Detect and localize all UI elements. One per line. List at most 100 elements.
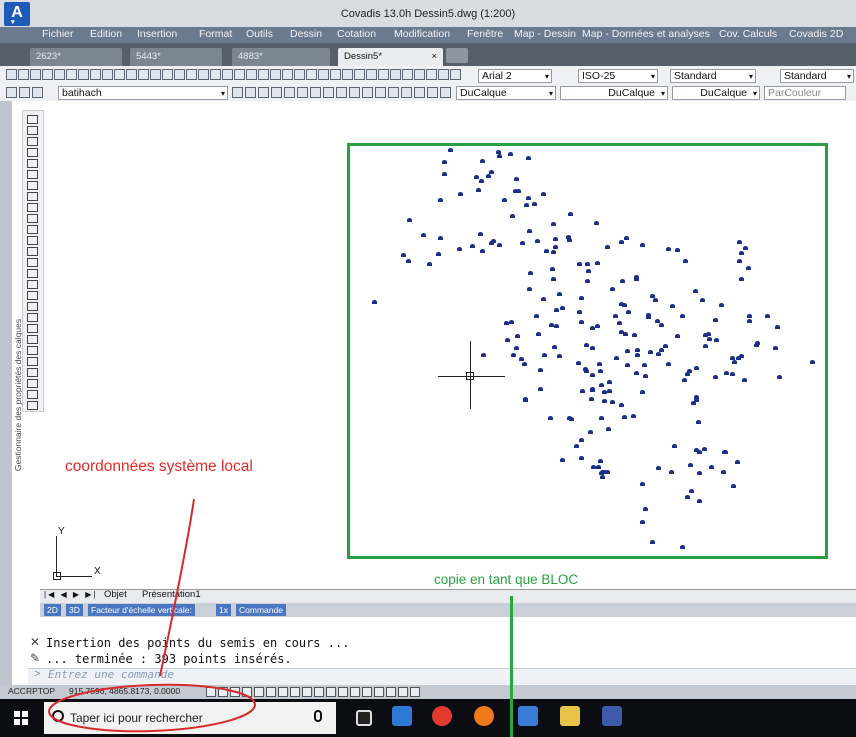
draw-tool-icon[interactable] bbox=[27, 170, 38, 179]
status-toggle-icon[interactable] bbox=[350, 687, 360, 697]
toolbar-tool-icon[interactable] bbox=[102, 69, 113, 80]
draw-tool-icon[interactable] bbox=[27, 280, 38, 289]
menu-map-donnees[interactable]: Map - Données et analyses bbox=[582, 28, 710, 40]
toolbar-tool-icon[interactable] bbox=[6, 69, 17, 80]
toolbar-tool-icon[interactable] bbox=[222, 69, 233, 80]
status-toggle-icon[interactable] bbox=[362, 687, 372, 697]
layer-tool-icon[interactable] bbox=[427, 87, 438, 98]
draw-tool-icon[interactable] bbox=[27, 291, 38, 300]
close-tab-icon[interactable]: × bbox=[431, 48, 437, 66]
toolbar-tool-icon[interactable] bbox=[210, 69, 221, 80]
toolbar-tool-icon[interactable] bbox=[126, 69, 137, 80]
layer-tool-icon[interactable] bbox=[6, 87, 17, 98]
mode-2d-tab[interactable]: 2D bbox=[44, 604, 61, 616]
toolbar-tool-icon[interactable] bbox=[402, 69, 413, 80]
status-toggle-icon[interactable] bbox=[398, 687, 408, 697]
menu-format[interactable]: Format bbox=[199, 28, 232, 40]
toolbar-tool-icon[interactable] bbox=[90, 69, 101, 80]
network-app-icon[interactable] bbox=[518, 706, 538, 726]
draw-tool-icon[interactable] bbox=[27, 346, 38, 355]
draw-tool-icon[interactable] bbox=[27, 368, 38, 377]
tab-layout1[interactable]: Présentation1 bbox=[142, 589, 201, 600]
draw-tool-icon[interactable] bbox=[27, 324, 38, 333]
draw-tool-icon[interactable] bbox=[27, 225, 38, 234]
layer-tool-icon[interactable] bbox=[232, 87, 243, 98]
toolbar-tool-icon[interactable] bbox=[342, 69, 353, 80]
status-toggle-icon[interactable] bbox=[242, 687, 252, 697]
status-toggle-icon[interactable] bbox=[278, 687, 288, 697]
command-tab[interactable]: Commande bbox=[236, 604, 286, 616]
task-view-icon[interactable] bbox=[356, 710, 372, 726]
toolbar-tool-icon[interactable] bbox=[246, 69, 257, 80]
status-toggle-icon[interactable] bbox=[314, 687, 324, 697]
toolbar-tool-icon[interactable] bbox=[198, 69, 209, 80]
draw-tool-icon[interactable] bbox=[27, 313, 38, 322]
firefox-icon[interactable] bbox=[474, 706, 494, 726]
toolbar-tool-icon[interactable] bbox=[330, 69, 341, 80]
draw-tool-icon[interactable] bbox=[27, 115, 38, 124]
layer-tool-icon[interactable] bbox=[245, 87, 256, 98]
text-style-select[interactable]: Arial 2 ▾ bbox=[478, 69, 552, 83]
menu-insertion[interactable]: Insertion bbox=[137, 28, 177, 40]
draw-tool-icon[interactable] bbox=[27, 390, 38, 399]
status-toggle-icon[interactable] bbox=[206, 687, 216, 697]
draw-tool-icon[interactable] bbox=[27, 148, 38, 157]
toolbar-tool-icon[interactable] bbox=[294, 69, 305, 80]
menu-edition[interactable]: Edition bbox=[90, 28, 122, 40]
file-tab[interactable]: 2623* bbox=[30, 48, 122, 66]
notes-app-icon[interactable] bbox=[560, 706, 580, 726]
layer-tool-icon[interactable] bbox=[271, 87, 282, 98]
layer-tool-icon[interactable] bbox=[284, 87, 295, 98]
toolbar-tool-icon[interactable] bbox=[354, 69, 365, 80]
layer-tool-icon[interactable] bbox=[401, 87, 412, 98]
toolbar-tool-icon[interactable] bbox=[426, 69, 437, 80]
side-panel-strip[interactable] bbox=[0, 101, 12, 689]
layer-select[interactable]: batihach ▾ bbox=[58, 86, 228, 100]
draw-tool-icon[interactable] bbox=[27, 214, 38, 223]
dim-style-select[interactable]: ISO-25 ▾ bbox=[578, 69, 658, 83]
toolbar-tool-icon[interactable] bbox=[150, 69, 161, 80]
draw-tool-icon[interactable] bbox=[27, 137, 38, 146]
status-toggle-icon[interactable] bbox=[302, 687, 312, 697]
draw-tool-icon[interactable] bbox=[27, 335, 38, 344]
menu-dessin[interactable]: Dessin bbox=[290, 28, 322, 40]
status-toggle-icon[interactable] bbox=[290, 687, 300, 697]
lineweight-select[interactable]: DuCalque ▾ bbox=[672, 86, 760, 100]
layer-tool-icon[interactable] bbox=[32, 87, 43, 98]
draw-tool-icon[interactable] bbox=[27, 357, 38, 366]
chrome-icon[interactable] bbox=[432, 706, 452, 726]
toolbar-tool-icon[interactable] bbox=[306, 69, 317, 80]
toolbar-tool-icon[interactable] bbox=[162, 69, 173, 80]
status-toggle-icon[interactable] bbox=[338, 687, 348, 697]
toolbar-tool-icon[interactable] bbox=[318, 69, 329, 80]
layer-tool-icon[interactable] bbox=[362, 87, 373, 98]
menu-outils[interactable]: Outils bbox=[246, 28, 273, 40]
draw-tool-icon[interactable] bbox=[27, 401, 38, 410]
toolbar-tool-icon[interactable] bbox=[186, 69, 197, 80]
toolbar-tool-icon[interactable] bbox=[414, 69, 425, 80]
draw-tool-icon[interactable] bbox=[27, 203, 38, 212]
toolbar-tool-icon[interactable] bbox=[450, 69, 461, 80]
color-select[interactable]: DuCalque ▾ bbox=[456, 86, 556, 100]
toolbar-tool-icon[interactable] bbox=[366, 69, 377, 80]
toolbar-tool-icon[interactable] bbox=[258, 69, 269, 80]
status-toggle-icon[interactable] bbox=[230, 687, 240, 697]
photos-app-icon[interactable] bbox=[602, 706, 622, 726]
draw-tool-icon[interactable] bbox=[27, 269, 38, 278]
toolbar-tool-icon[interactable] bbox=[78, 69, 89, 80]
toolbar-tool-icon[interactable] bbox=[390, 69, 401, 80]
windows-start-icon[interactable] bbox=[14, 711, 28, 725]
status-toggle-icon[interactable] bbox=[326, 687, 336, 697]
layer-tool-icon[interactable] bbox=[414, 87, 425, 98]
layer-tool-icon[interactable] bbox=[349, 87, 360, 98]
file-explorer-icon[interactable] bbox=[392, 706, 412, 726]
file-tab[interactable]: 5443* bbox=[130, 48, 222, 66]
layer-tool-icon[interactable] bbox=[310, 87, 321, 98]
new-tab-icon[interactable] bbox=[446, 48, 468, 63]
status-toggle-icon[interactable] bbox=[266, 687, 276, 697]
status-toggle-icon[interactable] bbox=[374, 687, 384, 697]
file-tab[interactable]: 4883* bbox=[232, 48, 330, 66]
layer-tool-icon[interactable] bbox=[258, 87, 269, 98]
layer-tool-icon[interactable] bbox=[388, 87, 399, 98]
vertical-scale-value[interactable]: 1x bbox=[216, 604, 231, 616]
